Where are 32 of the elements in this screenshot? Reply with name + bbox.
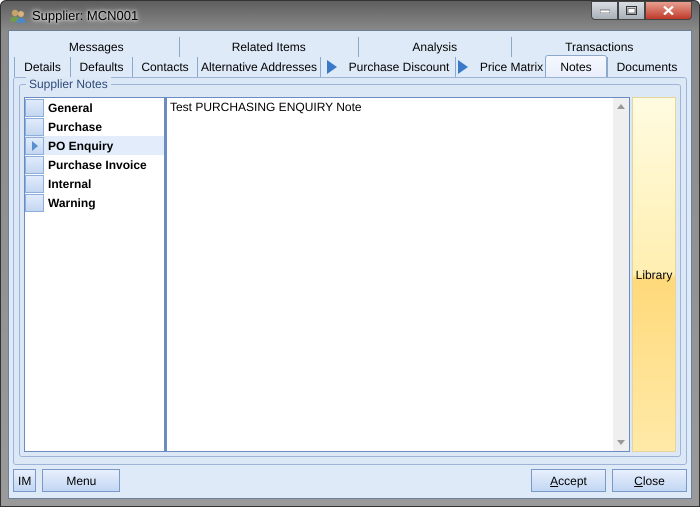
tab[interactable]: Analysis (358, 37, 511, 57)
row-pointer-icon (32, 140, 38, 150)
vertical-scrollbar[interactable] (613, 98, 629, 451)
list-item[interactable]: Purchase (25, 117, 164, 136)
list-item[interactable]: Purchase Invoice (25, 155, 164, 174)
tab[interactable]: Messages (14, 37, 179, 57)
list-item[interactable]: PO Enquiry (25, 136, 164, 155)
scroll-up-icon (617, 104, 625, 109)
list-item[interactable]: Warning (25, 193, 164, 212)
people-icon (9, 8, 27, 24)
library-button[interactable]: Library (632, 97, 676, 452)
group-title: Supplier Notes (26, 77, 111, 91)
tab[interactable]: Notes (545, 55, 607, 77)
arrow-icon (458, 60, 468, 74)
minimize-button[interactable] (591, 1, 618, 20)
scroll-down-icon (617, 440, 625, 445)
maximize-button[interactable] (618, 1, 645, 20)
maximize-icon (626, 6, 637, 15)
minimize-icon (600, 8, 610, 12)
tab[interactable]: Related Items (178, 37, 358, 57)
list-item[interactable]: General (25, 98, 164, 117)
button[interactable]: Accept (531, 469, 606, 492)
close-icon (663, 6, 674, 15)
button[interactable]: Menu (42, 469, 120, 492)
note-text-area[interactable]: Test PURCHASING ENQUIRY Note (165, 97, 630, 452)
button[interactable]: IM (13, 469, 36, 492)
window-title: Supplier: MCN001 (32, 8, 138, 23)
arrow-icon (326, 60, 337, 74)
close-button[interactable] (645, 1, 692, 20)
list-item[interactable]: Internal (25, 174, 164, 193)
note-text: Test PURCHASING ENQUIRY Note (169, 99, 363, 116)
button[interactable]: Close (612, 469, 687, 492)
